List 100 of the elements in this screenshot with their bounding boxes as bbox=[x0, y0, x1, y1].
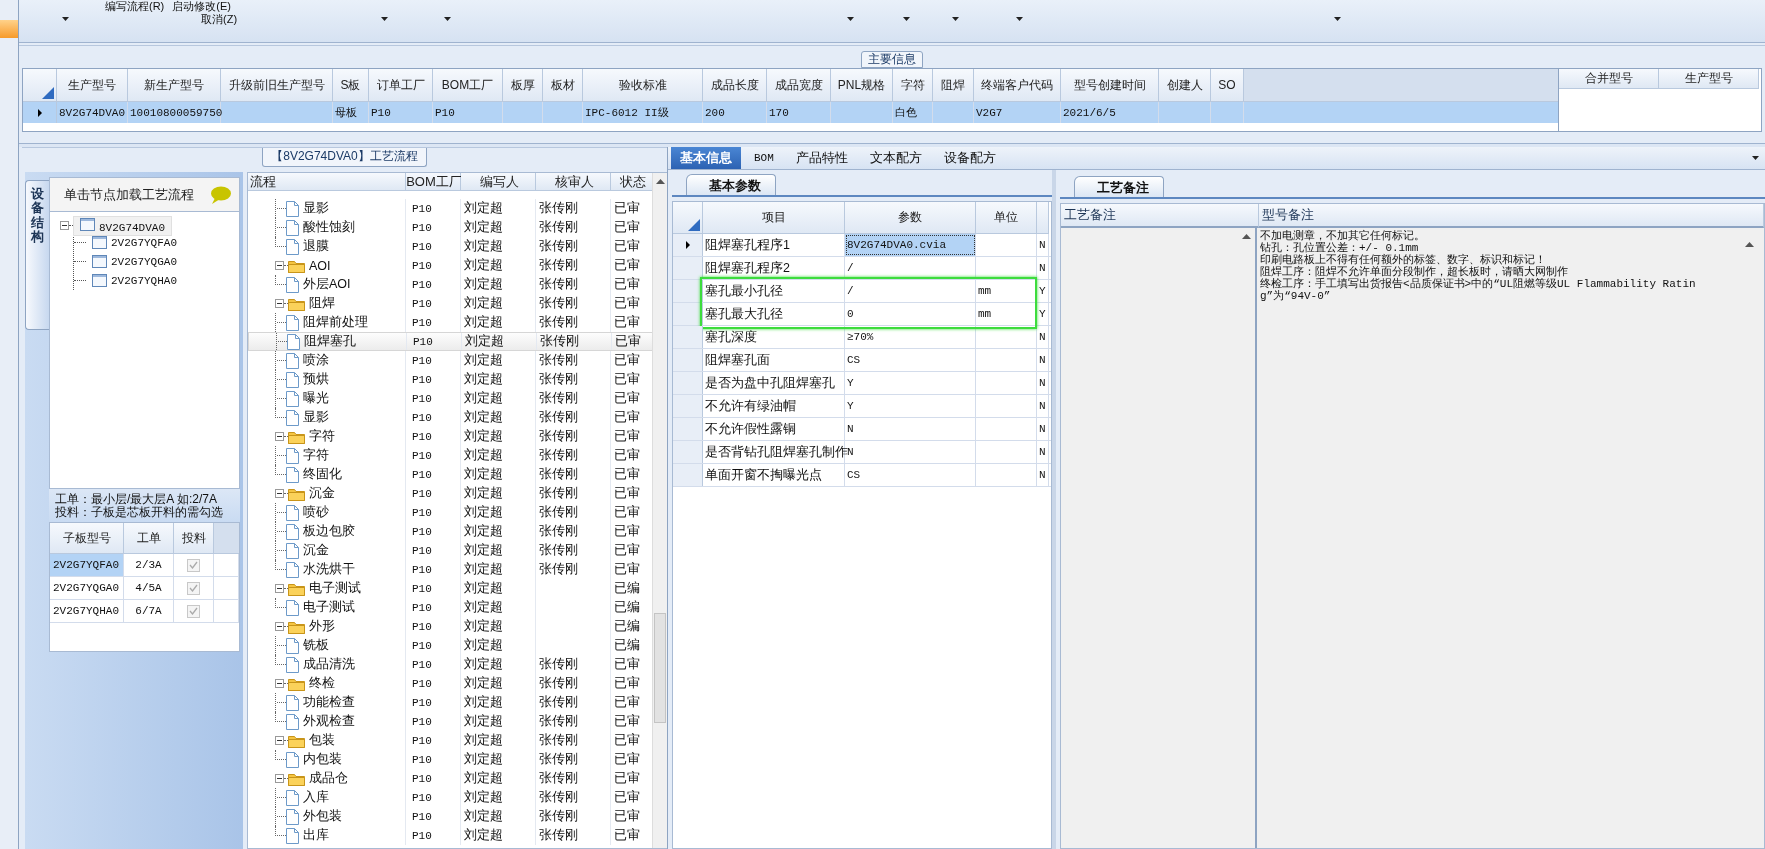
speech-bubble-icon bbox=[209, 185, 231, 204]
collapse-icon[interactable] bbox=[275, 584, 284, 593]
table-cell: 刘定超 bbox=[464, 276, 503, 293]
table-cell[interactable]: CS bbox=[845, 349, 976, 371]
table-row[interactable]: 阻焊塞孔面 CS N bbox=[673, 349, 1051, 372]
table-cell: 刘定超 bbox=[464, 827, 503, 844]
caret-icon[interactable] bbox=[847, 17, 854, 21]
caret-icon[interactable] bbox=[952, 17, 959, 21]
table-cell: 刘定超 bbox=[464, 675, 503, 692]
table-cell: 张传刚 bbox=[539, 675, 578, 692]
table-cell: P10 bbox=[406, 370, 461, 389]
table-row[interactable]: 塞孔最大孔径 0 mm Y bbox=[673, 303, 1051, 326]
collapse-icon[interactable] bbox=[275, 622, 284, 631]
step-label: 成品仓 bbox=[309, 770, 348, 787]
tab[interactable]: 工艺备注 bbox=[1074, 176, 1164, 197]
step-label: 终固化 bbox=[303, 466, 342, 483]
document-icon bbox=[286, 390, 299, 407]
checkbox[interactable] bbox=[187, 581, 200, 595]
column-header: 子板型号 bbox=[50, 523, 124, 554]
tab[interactable]: 基本信息 bbox=[671, 147, 741, 169]
table-row[interactable]: 不允许假性露铜 N N bbox=[673, 418, 1051, 441]
tab[interactable]: BOM bbox=[745, 147, 783, 169]
collapse-icon[interactable] bbox=[275, 679, 284, 688]
row-header[interactable] bbox=[23, 69, 57, 102]
checkbox[interactable] bbox=[187, 558, 200, 572]
tab[interactable]: 设备配方 bbox=[934, 147, 1005, 169]
tree-node[interactable]: 2V2G7YQFA0 bbox=[92, 236, 177, 249]
collapse-icon[interactable] bbox=[275, 299, 284, 308]
caret-icon[interactable] bbox=[1334, 17, 1341, 21]
table-cell[interactable]: 2V2G7YQHA0 bbox=[50, 600, 124, 622]
table-cell: N bbox=[1037, 349, 1049, 371]
menu-item[interactable]: 取消(Z) bbox=[201, 13, 238, 25]
table-row[interactable]: 8V2G74DVA0 10010800059750 母板 P10 P10 IPC-6012 II级 200 170 白色 V2G7 2021/6/5 bbox=[23, 102, 1558, 123]
column-header: 核审人 bbox=[536, 173, 611, 191]
table-cell[interactable]: Y bbox=[845, 395, 976, 417]
collapse-icon[interactable] bbox=[275, 432, 284, 441]
note-text: 工单：最小层/最大层A 如:2/7A bbox=[55, 493, 219, 506]
window-icon bbox=[92, 236, 107, 249]
table-cell[interactable]: 2V2G7YQGA0 bbox=[50, 577, 124, 599]
side-tab[interactable]: 设备结构 bbox=[25, 180, 49, 330]
scrollbar[interactable] bbox=[652, 173, 667, 848]
table-cell: N bbox=[1037, 418, 1049, 440]
collapse-icon[interactable] bbox=[275, 261, 284, 270]
scroll-up-icon[interactable] bbox=[655, 179, 665, 184]
row-header[interactable] bbox=[673, 202, 703, 234]
caret-icon[interactable] bbox=[903, 17, 910, 21]
table-cell[interactable]: ≥70% bbox=[845, 326, 976, 348]
table-cell: 刘定超 bbox=[464, 314, 503, 331]
caret-icon[interactable] bbox=[444, 17, 451, 21]
table-cell[interactable]: 8V2G74DVA0.cvia bbox=[845, 234, 976, 256]
remark-line: 阻焊工序：阻焊不允许单面分段制作，超长板时，请晒大网制作 bbox=[1260, 266, 1569, 278]
caret-icon[interactable] bbox=[1752, 156, 1759, 160]
table-row[interactable]: 塞孔深度 ≥70% N bbox=[673, 326, 1051, 349]
table-cell[interactable]: Y bbox=[845, 372, 976, 394]
table-cell: 刘定超 bbox=[464, 637, 503, 654]
table-cell[interactable]: N bbox=[845, 418, 976, 440]
tab[interactable]: 基本参数 bbox=[686, 174, 776, 195]
process-row[interactable]: 阻焊塞孔 P10 刘定超 张传刚 已审 bbox=[248, 332, 653, 351]
row-header[interactable] bbox=[673, 234, 703, 256]
menu-item[interactable]: 编写流程(R) bbox=[105, 0, 165, 13]
table-row[interactable]: 阻焊塞孔程序2 / N bbox=[673, 257, 1051, 280]
table-row[interactable]: 是否背钻孔阻焊塞孔制作N N bbox=[673, 441, 1051, 464]
collapse-icon[interactable] bbox=[275, 489, 284, 498]
tree-node[interactable]: 2V2G7YQHA0 bbox=[92, 274, 177, 287]
table-cell: P10 bbox=[406, 503, 461, 522]
column-header: PNL规格 bbox=[831, 69, 893, 102]
scroll-thumb[interactable] bbox=[654, 613, 666, 723]
tab[interactable]: 产品特性 bbox=[786, 147, 857, 169]
tree-node[interactable]: 2V2G7YQGA0 bbox=[92, 255, 177, 268]
tab[interactable]: 文本配方 bbox=[860, 147, 931, 169]
scroll-up-icon[interactable] bbox=[1745, 242, 1754, 247]
tree-node[interactable]: 8V2G74DVA0 bbox=[73, 215, 172, 236]
caret-icon[interactable] bbox=[62, 17, 69, 21]
table-cell[interactable]: 0 bbox=[845, 303, 976, 325]
window-icon bbox=[80, 217, 95, 231]
collapse-icon[interactable] bbox=[60, 221, 69, 230]
menu-item[interactable]: 启动修改(E) bbox=[172, 0, 231, 13]
table-cell: 刘定超 bbox=[464, 200, 503, 217]
table-row[interactable]: 不允许有绿油帽 Y N bbox=[673, 395, 1051, 418]
table-cell: 张传刚 bbox=[539, 466, 578, 483]
table-row[interactable]: 是否为盘中孔阻焊塞孔 Y N bbox=[673, 372, 1051, 395]
table-row[interactable]: 阻焊塞孔程序1 8V2G74DVA0.cvia N bbox=[673, 234, 1051, 257]
table-row[interactable]: 塞孔最小孔径 / mm Y bbox=[673, 280, 1051, 303]
table-cell[interactable]: CS bbox=[845, 464, 976, 486]
table-cell[interactable]: / bbox=[845, 257, 976, 279]
empty-header bbox=[214, 523, 239, 554]
caret-icon[interactable] bbox=[381, 17, 388, 21]
caret-icon[interactable] bbox=[1016, 17, 1023, 21]
table-cell[interactable]: / bbox=[845, 280, 976, 302]
table-cell: 塞孔最大孔径 bbox=[703, 303, 845, 325]
scroll-up-icon[interactable] bbox=[1242, 234, 1251, 239]
remark-line: 印刷电路板上不得有任何额外的标签、数字、标识和标记！ bbox=[1260, 254, 1547, 266]
table-cell[interactable]: 2V2G7YQFA0 bbox=[50, 554, 124, 576]
table-row[interactable]: 单面开窗不掏曝光点 CS N bbox=[673, 464, 1051, 487]
corner-triangle-icon bbox=[42, 87, 54, 99]
collapse-icon[interactable] bbox=[275, 736, 284, 745]
collapse-icon[interactable] bbox=[275, 774, 284, 783]
checkbox[interactable] bbox=[187, 604, 200, 618]
table-cell: P10 bbox=[406, 826, 461, 845]
document-icon bbox=[286, 827, 299, 844]
